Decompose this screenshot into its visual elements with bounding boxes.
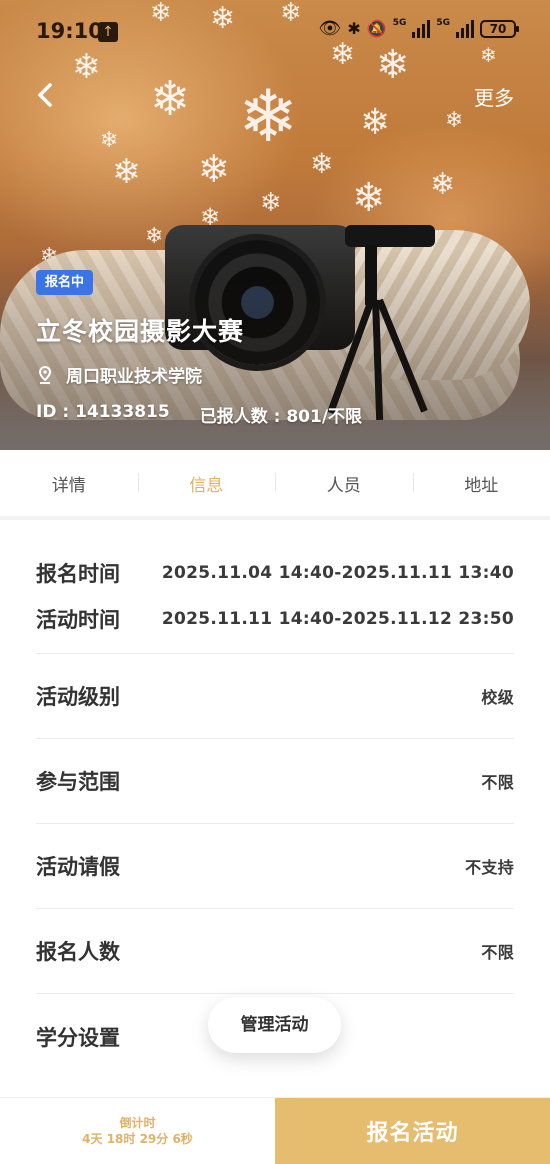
event-id: ID : 14133815 [36, 402, 170, 422]
info-row-label: 活动请假 [36, 855, 120, 879]
snowflake-icon: ❄ [150, 71, 191, 127]
back-button[interactable] [30, 78, 64, 112]
location-pin-icon [38, 365, 52, 384]
signup-button[interactable]: 报名活动 [275, 1098, 550, 1164]
tab-details[interactable]: 详情 [0, 471, 138, 496]
countdown: 倒计时 4天 18时 29分 6秒 [0, 1098, 275, 1164]
info-row-scope: 参与范围 不限 [36, 739, 514, 824]
status-time: 19:10 [36, 19, 103, 43]
tab-info[interactable]: 信息 [137, 471, 276, 496]
snowflake-icon: ❄ [112, 152, 141, 192]
countdown-title: 倒计时 [119, 1116, 156, 1130]
location-text: 周口职业技术学院 [66, 367, 202, 387]
hero-banner: ❄ ❄ ❄ ❄ ❄ ❄ ❄ ❄ ❄ ❄ ❄ ❄ ❄ ❄ ❄ ❄ ❄ ❄ ❄ ❄ … [0, 0, 550, 450]
tab-address[interactable]: 地址 [412, 471, 550, 496]
eye-icon: 👁 [318, 18, 342, 39]
snowflake-icon: ❄ [260, 188, 282, 218]
info-row-leave: 活动请假 不支持 [36, 824, 514, 909]
more-button[interactable]: 更多 [474, 82, 514, 111]
countdown-value: 4天 18时 29分 6秒 [82, 1132, 193, 1146]
upload-icon: ↑ [98, 22, 118, 42]
status-icons: 👁 ✱ 🔕 5G 5G 70 [318, 17, 519, 39]
info-row-label: 报名人数 [36, 940, 120, 964]
signup-time-row: 报名时间 2025.11.04 14:40-2025.11.11 13:40 [36, 550, 514, 596]
info-row-value: 不限 [481, 943, 514, 962]
event-location: 周口职业技术学院 [38, 362, 202, 387]
info-row-level: 活动级别 校级 [36, 654, 514, 739]
event-meta: ID : 14133815 已报人数 : 801/不限 [36, 402, 362, 427]
signup-time-label: 报名时间 [36, 562, 120, 586]
signup-time-value: 2025.11.04 14:40-2025.11.11 13:40 [161, 563, 514, 583]
snowflake-icon: ❄ [145, 224, 164, 249]
bottom-bar: 倒计时 4天 18时 29分 6秒 报名活动 [0, 1097, 550, 1164]
bluetooth-icon: ✱ [347, 19, 361, 38]
signal-icon [456, 19, 474, 38]
info-row-label: 活动级别 [36, 685, 120, 709]
time-block: 报名时间 2025.11.04 14:40-2025.11.11 13:40 活… [36, 524, 514, 654]
activity-time-value: 2025.11.11 14:40-2025.11.12 23:50 [161, 609, 514, 629]
snowflake-icon: ❄ [352, 175, 386, 221]
network-type-label: 5G [392, 17, 407, 28]
snowflake-icon: ❄ [198, 147, 230, 191]
info-row-value: 不限 [481, 773, 514, 792]
network-type-label: 5G [436, 17, 450, 28]
snowflake-icon: ❄ [360, 102, 391, 143]
mute-bell-icon: 🔕 [366, 19, 387, 38]
status-badge: 报名中 [36, 270, 94, 295]
snowflake-icon: ❄ [310, 147, 334, 180]
status-bar: 19:10 ↑ 👁 ✱ 🔕 5G 5G 70 [0, 0, 550, 62]
info-row-capacity: 报名人数 不限 [36, 909, 514, 994]
signal-icon [412, 19, 431, 38]
tab-bar: 详情 信息 人员 地址 [0, 450, 550, 520]
info-row-label: 学分设置 [36, 1025, 120, 1050]
tripod-graphic [345, 225, 435, 247]
activity-time-row: 活动时间 2025.11.11 14:40-2025.11.12 23:50 [36, 596, 514, 642]
snowflake-icon: ❄ [445, 108, 464, 133]
activity-time-label: 活动时间 [36, 608, 120, 632]
info-row-value: 校级 [481, 688, 514, 707]
snowflake-icon: ❄ [100, 128, 119, 153]
chevron-left-icon [38, 83, 52, 107]
battery-icon: 70 [480, 19, 519, 38]
snowflake-icon: ❄ [430, 167, 456, 202]
manage-activity-button[interactable]: 管理活动 [208, 997, 341, 1053]
info-list: 报名时间 2025.11.04 14:40-2025.11.11 13:40 活… [36, 524, 514, 1079]
event-title: 立冬校园摄影大赛 [36, 317, 245, 346]
enrolled-count: 已报人数 : 801/不限 [199, 407, 363, 427]
tab-people[interactable]: 人员 [275, 471, 413, 496]
snowflake-icon: ❄ [238, 74, 299, 158]
info-row-value: 不支持 [465, 858, 514, 877]
info-row-label: 参与范围 [36, 770, 120, 794]
